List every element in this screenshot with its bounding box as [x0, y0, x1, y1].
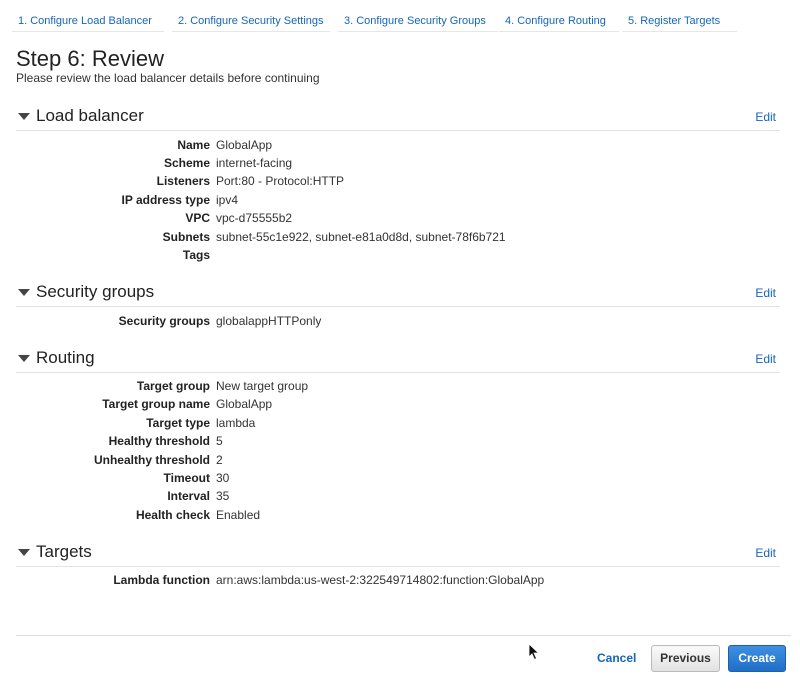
edit-targets-link[interactable]: Edit — [755, 546, 776, 560]
detail-value: subnet-55c1e922, subnet-e81a0d8d, subnet… — [216, 230, 506, 244]
detail-value: 30 — [216, 471, 230, 485]
detail-label: Lambda function — [113, 573, 210, 587]
detail-label: IP address type — [121, 193, 211, 207]
detail-value: globalappHTTPonly — [216, 314, 322, 328]
section-load-balancer: Load balancer Edit Name GlobalApp Scheme i… — [16, 104, 780, 262]
collapse-caret-icon[interactable] — [18, 549, 30, 556]
detail-value: 2 — [216, 453, 223, 467]
section-header[interactable]: Routing Edit — [16, 346, 780, 373]
tab-configure-routing[interactable]: 4. Configure Routing — [499, 10, 619, 32]
collapse-caret-icon[interactable] — [18, 355, 30, 362]
detail-row: Healthy threshold 5 — [16, 432, 780, 450]
detail-row: Target type lambda — [16, 414, 780, 432]
detail-row: Tags — [16, 246, 780, 264]
detail-value: GlobalApp — [216, 397, 273, 411]
detail-row: Interval 35 — [16, 487, 780, 505]
detail-label: Target group — [136, 379, 210, 393]
mouse-cursor-icon — [528, 643, 540, 661]
detail-row: Subnets subnet-55c1e922, subnet-e81a0d8d,… — [16, 228, 780, 246]
detail-row: Target group name GlobalApp — [16, 395, 780, 413]
detail-value: vpc-d75555b2 — [216, 211, 293, 225]
detail-row: Target group New target group — [16, 377, 780, 395]
section-title: Targets — [36, 542, 92, 561]
detail-label: Target type — [146, 416, 210, 430]
section-title: Security groups — [36, 282, 155, 301]
detail-label: Target group name — [102, 397, 210, 411]
collapse-caret-icon[interactable] — [18, 289, 30, 296]
detail-value: ipv4 — [216, 193, 239, 207]
section-title: Load balancer — [36, 106, 144, 125]
detail-label: Interval — [167, 489, 210, 503]
tab-register-targets[interactable]: 5. Register Targets — [622, 10, 737, 32]
detail-value: Enabled — [216, 508, 261, 522]
section-header[interactable]: Load balancer Edit — [16, 104, 780, 131]
detail-label: Subnets — [162, 230, 210, 244]
detail-label: Listeners — [156, 174, 210, 188]
section-title: Routing — [36, 348, 95, 367]
detail-value: 5 — [216, 434, 223, 448]
tab-configure-security-settings[interactable]: 2. Configure Security Settings — [172, 10, 330, 32]
detail-row: Timeout 30 — [16, 469, 780, 487]
detail-row: IP address type ipv4 — [16, 191, 780, 209]
tab-configure-load-balancer[interactable]: 1. Configure Load Balancer — [12, 10, 164, 32]
detail-label: VPC — [185, 211, 210, 225]
detail-row: VPC vpc-d75555b2 — [16, 209, 780, 227]
detail-row: Scheme internet-facing — [16, 154, 780, 172]
create-button[interactable]: Create — [728, 645, 786, 672]
detail-row: Unhealthy threshold 2 — [16, 451, 780, 469]
page-subtitle: Please review the load balancer details … — [16, 71, 320, 85]
section-header[interactable]: Targets Edit — [16, 540, 780, 567]
detail-value: Port:80 - Protocol:HTTP — [216, 174, 345, 188]
detail-row: Health check Enabled — [16, 506, 780, 524]
section-security-groups: Security groups Edit Security groups glob… — [16, 280, 780, 328]
detail-value: lambda — [216, 416, 256, 430]
collapse-caret-icon[interactable] — [18, 113, 30, 120]
detail-value: arn:aws:lambda:us-west-2:322549714802:fu… — [216, 573, 545, 587]
detail-label: Tags — [182, 248, 210, 262]
detail-label: Timeout — [163, 471, 210, 485]
detail-label: Healthy threshold — [108, 434, 210, 448]
previous-button[interactable]: Previous — [651, 645, 720, 672]
detail-row: Name GlobalApp — [16, 136, 780, 154]
detail-label: Scheme — [163, 156, 210, 170]
tab-configure-security-groups[interactable]: 3. Configure Security Groups — [338, 10, 498, 32]
detail-row: Listeners Port:80 - Protocol:HTTP — [16, 172, 780, 190]
section-header[interactable]: Security groups Edit — [16, 280, 780, 307]
detail-label: Unhealthy threshold — [93, 453, 210, 467]
page-title: Step 6: Review — [16, 46, 164, 71]
detail-value: New target group — [216, 379, 309, 393]
detail-label: Health check — [135, 508, 210, 522]
section-routing: Routing Edit Target group New target grou… — [16, 346, 780, 522]
section-targets: Targets Edit Lambda function arn:aws:lamb… — [16, 540, 780, 587]
detail-value: internet-facing — [216, 156, 293, 170]
detail-value: 35 — [216, 489, 230, 503]
detail-label: Name — [177, 138, 210, 152]
detail-row: Lambda function arn:aws:lambda:us-west-2:… — [16, 571, 780, 589]
detail-value: GlobalApp — [216, 138, 273, 152]
detail-label: Security groups — [118, 314, 210, 328]
edit-security-groups-link[interactable]: Edit — [755, 286, 776, 300]
detail-row: Security groups globalappHTTPonly — [16, 312, 780, 330]
cancel-button[interactable]: Cancel — [597, 651, 636, 665]
footer-divider — [16, 635, 791, 636]
edit-routing-link[interactable]: Edit — [755, 352, 776, 366]
edit-load-balancer-link[interactable]: Edit — [755, 110, 776, 124]
